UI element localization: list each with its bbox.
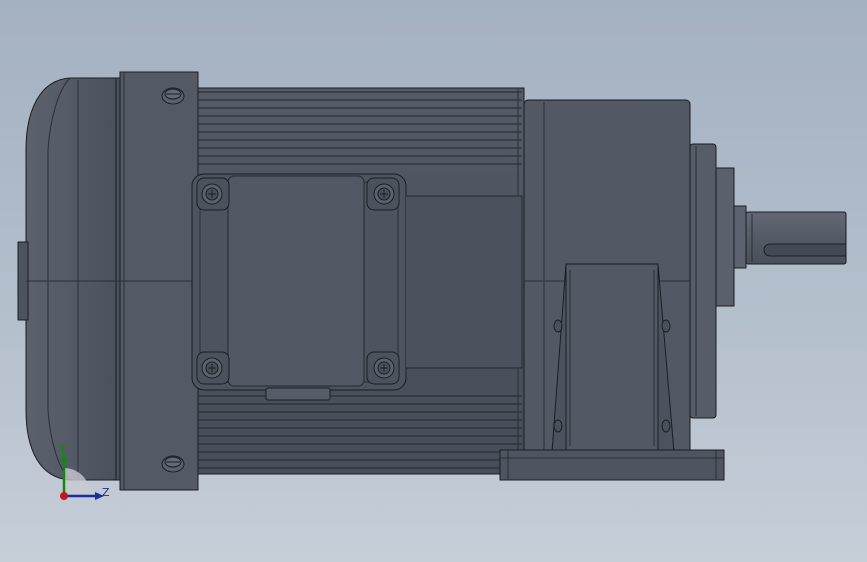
box-screw-tr (366, 177, 400, 211)
rear-cap (25, 77, 123, 481)
terminal-box-lid (227, 175, 365, 387)
graphics-viewport[interactable]: Y Z (0, 0, 867, 562)
triad-graphic (60, 453, 104, 500)
screw-bottom (161, 455, 185, 473)
output-flange (689, 143, 717, 419)
screw-top (161, 87, 185, 105)
coordinate-triad: Y Z (40, 440, 120, 510)
mounting-foot-pillar (565, 263, 659, 451)
gear-motor-model[interactable] (0, 0, 867, 562)
output-hub-collar (733, 205, 747, 269)
cable-gland-slot (265, 387, 331, 401)
triad-y-label: Y (59, 443, 66, 456)
shaft-keyway (763, 243, 847, 257)
box-screw-bl (196, 351, 230, 385)
triad-z-label: Z (102, 486, 110, 499)
box-screw-br (366, 351, 400, 385)
box-screw-tl (196, 177, 230, 211)
output-hub (715, 167, 735, 307)
mounting-foot-base (499, 449, 725, 481)
